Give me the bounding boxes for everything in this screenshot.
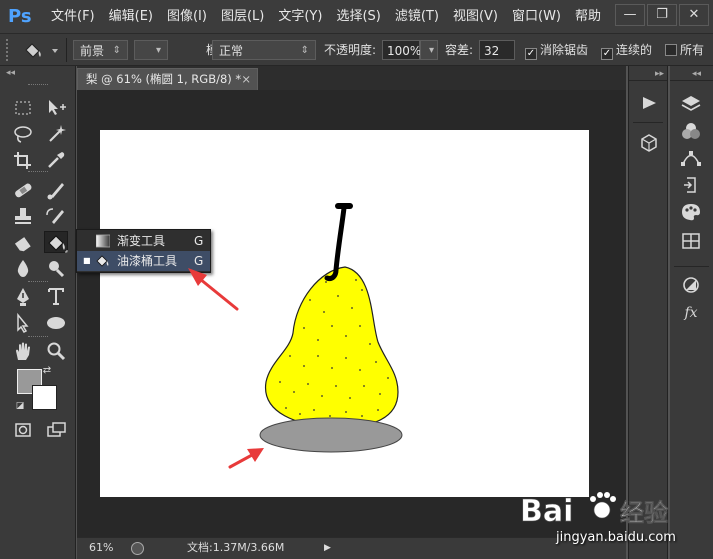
paths-panel-button[interactable]: [679, 147, 703, 169]
actions-panel-button[interactable]: [637, 92, 661, 114]
grid-icon: [682, 233, 700, 249]
paths-curve-icon: [681, 151, 701, 166]
status-zoom[interactable]: 61%: [89, 538, 113, 558]
paw-icon: [590, 492, 616, 519]
3d-panel-button[interactable]: [637, 132, 661, 154]
status-doc-size: 文档:1.37M/3.66M: [187, 541, 285, 554]
history-icon: [684, 177, 696, 193]
adjustments-panel-button[interactable]: [679, 274, 703, 296]
dock-separator: [633, 122, 663, 123]
swatches-panel-button[interactable]: [679, 201, 703, 223]
history-panel-button[interactable]: [679, 174, 703, 196]
dock-separator: [629, 80, 667, 81]
palette-icon: [682, 204, 700, 221]
status-menu-arrow-icon[interactable]: ▶: [324, 538, 331, 558]
play-triangle-icon: [643, 97, 656, 109]
watermark-brand-suffix: 经验: [620, 499, 668, 527]
styles-panel-button[interactable]: [679, 230, 703, 252]
layers-panel-button[interactable]: [679, 93, 703, 115]
watermark-brand: Bai: [520, 494, 573, 529]
expand-panels-icon[interactable]: ▸▸: [655, 69, 664, 79]
fx-icon: fx: [684, 305, 698, 321]
dock-separator: [670, 80, 713, 81]
collapse-panels-icon[interactable]: ◂◂: [692, 69, 701, 79]
arrow-to-shadow: [228, 448, 264, 469]
arrow-to-paint-bucket: [188, 268, 239, 311]
channels-panel-button[interactable]: [679, 120, 703, 142]
cube-info-icon: [641, 134, 657, 152]
watermark-url: jingyan.baidu.com: [556, 530, 676, 545]
dock-separator: [674, 266, 709, 267]
annotation-arrows: [188, 268, 264, 469]
layers-stack-icon: [681, 96, 701, 111]
channels-circles-icon: [682, 123, 700, 139]
adjustment-circle-icon: [683, 277, 699, 293]
status-info-icon[interactable]: [131, 542, 144, 555]
layer-style-fx-button[interactable]: fx: [679, 302, 703, 324]
